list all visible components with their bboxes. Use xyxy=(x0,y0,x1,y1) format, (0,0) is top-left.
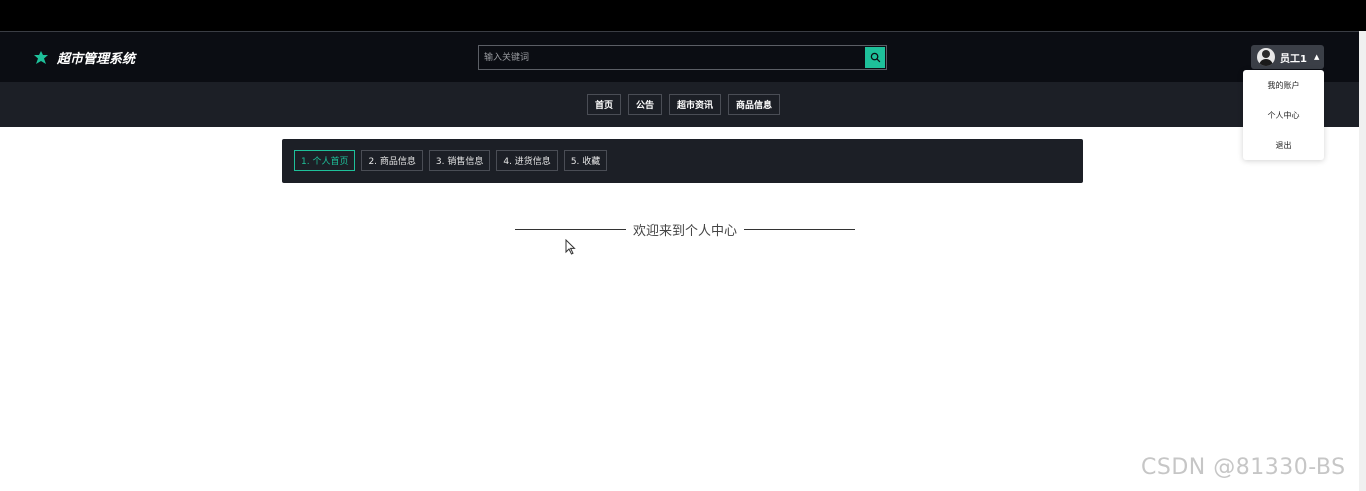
tab-personal-home[interactable]: 1. 个人首页 xyxy=(294,150,356,171)
search-bar xyxy=(478,45,887,70)
scrollbar[interactable] xyxy=(1359,31,1366,491)
nav-items: 首页 公告 超市资讯 商品信息 xyxy=(587,94,781,115)
nav-item-news[interactable]: 超市资讯 xyxy=(669,94,722,115)
watermark: CSDN @81330-BS xyxy=(1141,455,1346,480)
user-name: 员工1 xyxy=(1280,53,1307,65)
top-black-strip xyxy=(0,0,1366,31)
tab-product-info[interactable]: 2. 商品信息 xyxy=(361,150,423,171)
nav-item-announcement[interactable]: 公告 xyxy=(628,94,663,115)
divider-left xyxy=(515,228,626,230)
menu-item-my-account[interactable]: 我的账户 xyxy=(1243,70,1324,100)
welcome-text: 欢迎来到个人中心 xyxy=(633,223,738,239)
menu-item-logout[interactable]: 退出 xyxy=(1243,130,1324,160)
search-icon xyxy=(870,52,880,63)
nav-item-products[interactable]: 商品信息 xyxy=(728,94,781,115)
header: 超市管理系统 员工1 ▲ xyxy=(0,31,1366,82)
user-dropdown-menu: 我的账户 个人中心 退出 xyxy=(1243,70,1324,160)
mouse-cursor-icon xyxy=(565,239,576,255)
leaf-logo-icon xyxy=(34,50,48,64)
tabs: 1. 个人首页 2. 商品信息 3. 销售信息 4. 进货信息 5. 收藏 xyxy=(294,150,608,171)
search-button[interactable] xyxy=(865,47,885,68)
welcome-heading: 欢迎来到个人中心 xyxy=(515,220,856,239)
nav-item-home[interactable]: 首页 xyxy=(587,94,622,115)
avatar xyxy=(1257,48,1275,66)
app-title: 超市管理系统 xyxy=(57,52,136,67)
search-input[interactable] xyxy=(479,46,864,69)
logo[interactable]: 超市管理系统 xyxy=(33,48,135,67)
tab-favorites[interactable]: 5. 收藏 xyxy=(563,150,608,171)
divider-right xyxy=(744,228,856,230)
personal-tabs-panel: 1. 个人首页 2. 商品信息 3. 销售信息 4. 进货信息 5. 收藏 xyxy=(282,139,1083,183)
tab-sales-info[interactable]: 3. 销售信息 xyxy=(428,150,491,171)
user-menu-button[interactable]: 员工1 ▲ xyxy=(1251,45,1324,69)
tab-purchase-info[interactable]: 4. 进货信息 xyxy=(496,150,558,171)
caret-down-icon: ▲ xyxy=(1313,53,1320,61)
main-navbar: 首页 公告 超市资讯 商品信息 xyxy=(0,82,1366,127)
menu-item-personal-center[interactable]: 个人中心 xyxy=(1243,100,1324,130)
